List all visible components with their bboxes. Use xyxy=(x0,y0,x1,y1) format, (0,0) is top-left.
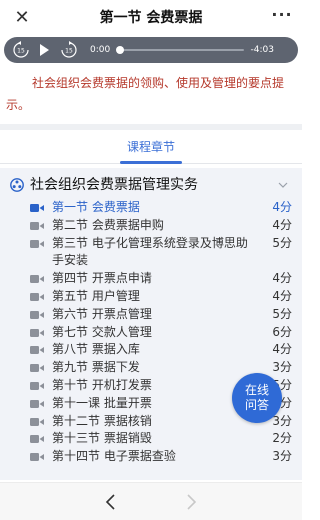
tab-bar: 课程章节 xyxy=(0,124,302,164)
top-bar: ✕ 第一节 会费票据 ··· xyxy=(0,0,302,36)
lesson-item[interactable]: 第五节 用户管理 4分 xyxy=(30,288,292,306)
video-icon xyxy=(30,310,44,319)
audio-player: 15 15 0:00 -4:03 xyxy=(4,37,298,63)
lesson-duration: 4分 xyxy=(272,217,292,232)
lesson-duration: 4分 xyxy=(272,271,292,286)
video-icon xyxy=(30,381,44,390)
video-icon xyxy=(30,239,44,248)
video-icon xyxy=(30,221,44,230)
lesson-title: 第十一课 批量开票 xyxy=(52,395,152,410)
rewind-label: 15 xyxy=(17,48,25,55)
progress-knob[interactable] xyxy=(116,46,124,54)
previous-arrow-icon[interactable] xyxy=(100,489,122,515)
lesson-duration: 3分 xyxy=(272,360,292,375)
rewind-15-icon[interactable]: 15 xyxy=(12,37,30,63)
chapter-panel: 社会组织会费票据管理实务 第一节 会费票据 4分 第二节 会费票据申购 4分 第三节 电… xyxy=(0,168,302,480)
lesson-title: 第六节 开票点管理 xyxy=(52,306,152,321)
chapter-header[interactable]: 社会组织会费票据管理实务 xyxy=(10,174,294,196)
lesson-title: 第九节 票据下发 xyxy=(52,360,140,375)
lesson-item[interactable]: 第一节 会费票据 4分 xyxy=(30,199,292,217)
video-icon xyxy=(30,435,44,444)
video-icon xyxy=(30,292,44,301)
video-icon xyxy=(30,204,44,212)
video-icon xyxy=(30,346,44,355)
lesson-duration: 4分 xyxy=(272,288,292,303)
lesson-title: 第四节 开票点申请 xyxy=(52,271,152,286)
lesson-title: 第十节 开机打发票 xyxy=(52,377,152,392)
next-arrow-icon[interactable] xyxy=(180,489,202,515)
lesson-title: 第十二节 票据核销 xyxy=(52,413,152,428)
lesson-title: 第五节 用户管理 xyxy=(52,288,140,303)
online-qa-label-line2: 问答 xyxy=(244,398,269,412)
lesson-title: 第七节 交款人管理 xyxy=(52,324,152,339)
lesson-duration: 5分 xyxy=(272,306,292,321)
chapter-icon xyxy=(10,178,24,192)
lesson-item[interactable]: 第二节 会费票据申购 4分 xyxy=(30,217,292,235)
lesson-title: 第十三节 票据销毁 xyxy=(52,431,152,446)
remaining-time: -4:03 xyxy=(250,45,274,55)
lesson-list: 第一节 会费票据 4分 第二节 会费票据申购 4分 第三节 电子化管理系统登录及博思助手… xyxy=(30,199,292,466)
online-qa-button[interactable]: 在线 问答 xyxy=(232,373,282,423)
forward-15-icon[interactable]: 15 xyxy=(60,37,78,63)
current-time: 0:00 xyxy=(90,45,111,55)
lesson-duration: 5分 xyxy=(272,235,292,250)
lesson-duration: 6分 xyxy=(272,324,292,339)
more-icon[interactable]: ··· xyxy=(268,4,296,32)
lesson-title: 第一节 会费票据 xyxy=(52,200,140,214)
lesson-title: 第八节 票据入库 xyxy=(52,342,140,357)
lesson-item[interactable]: 第三节 电子化管理系统登录及博思助手安装 5分 xyxy=(30,235,292,271)
video-icon xyxy=(30,275,44,284)
lesson-item[interactable]: 第十三节 票据销毁 2分 xyxy=(30,430,292,448)
chevron-down-icon[interactable] xyxy=(276,178,290,192)
close-icon[interactable]: ✕ xyxy=(8,4,36,32)
video-icon xyxy=(30,364,44,373)
lesson-description: 社会组织会费票据的领购、使用及管理的要点提示。 xyxy=(6,76,285,112)
lesson-item[interactable]: 第四节 开票点申请 4分 xyxy=(30,270,292,288)
tab-underline xyxy=(120,161,182,164)
lesson-duration: 3分 xyxy=(272,413,292,428)
forward-label: 15 xyxy=(65,48,73,55)
lesson-duration: 4分 xyxy=(272,342,292,357)
lesson-duration: 4分 xyxy=(272,200,292,214)
chapter-title: 社会组织会费票据管理实务 xyxy=(30,177,198,193)
page-title: 第一节 会费票据 xyxy=(99,10,203,26)
lesson-title: 第三节 电子化管理系统登录及博思助手安装 xyxy=(52,235,248,268)
lesson-item[interactable]: 第八节 票据入库 4分 xyxy=(30,341,292,359)
lesson-duration: 2分 xyxy=(272,431,292,446)
lesson-title: 第十四节 电子票据查验 xyxy=(52,449,176,464)
online-qa-label-line1: 在线 xyxy=(244,383,269,397)
tab-course-chapters[interactable]: 课程章节 xyxy=(0,130,302,164)
play-icon[interactable] xyxy=(36,37,52,63)
video-icon xyxy=(30,399,44,408)
video-icon xyxy=(30,328,44,337)
lesson-item[interactable]: 第七节 交款人管理 6分 xyxy=(30,324,292,342)
progress-track[interactable] xyxy=(120,49,244,51)
bottom-nav-bar xyxy=(0,482,302,520)
lesson-item[interactable]: 第十四节 电子票据查验 3分 xyxy=(30,448,292,466)
lesson-duration: 3分 xyxy=(272,449,292,464)
lesson-item[interactable]: 第六节 开票点管理 5分 xyxy=(30,306,292,324)
video-icon xyxy=(30,417,44,426)
video-icon xyxy=(30,453,44,462)
lesson-title: 第二节 会费票据申购 xyxy=(52,217,164,232)
